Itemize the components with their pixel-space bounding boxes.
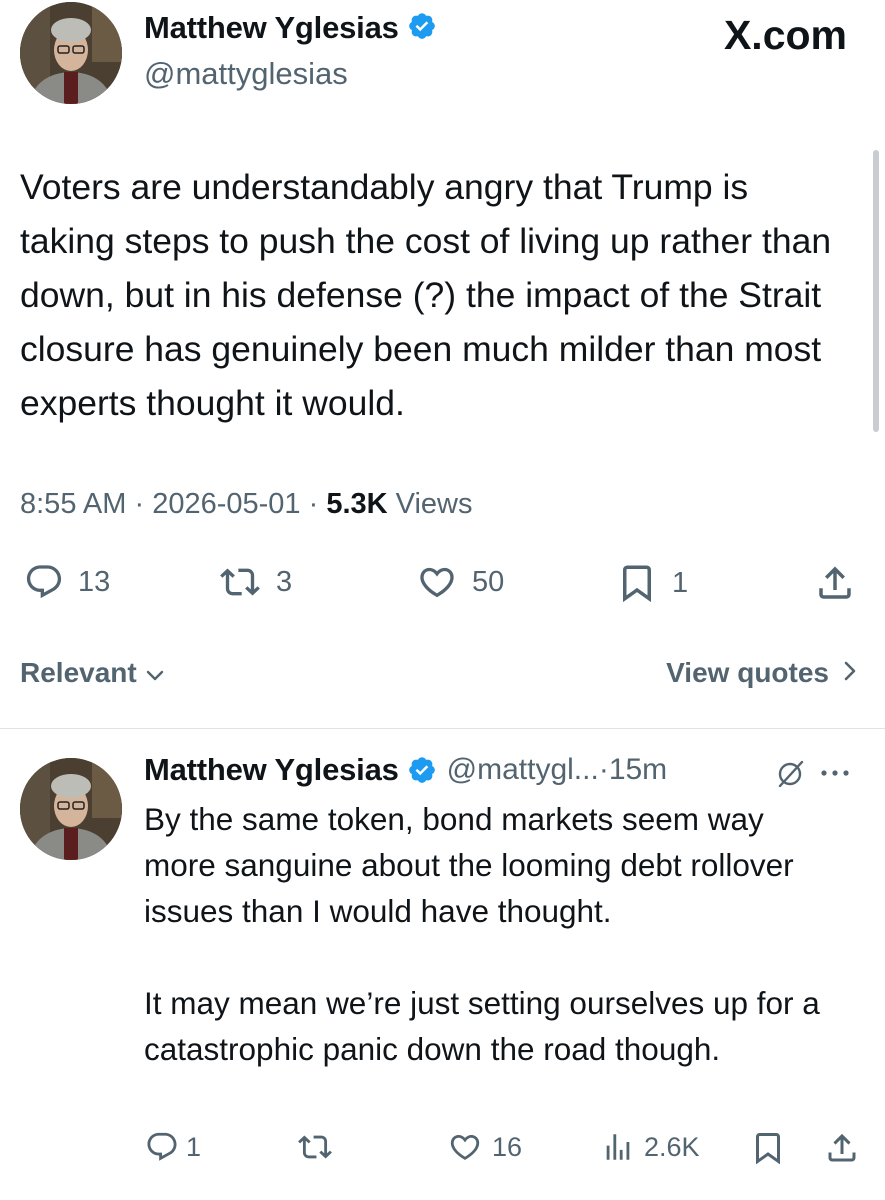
reply-icon — [22, 562, 66, 602]
reply-author-avatar[interactable] — [20, 758, 122, 860]
tweet-text: Voters are understandably angry that Tru… — [20, 167, 832, 423]
meta-separator: · — [598, 753, 609, 786]
reply-bookmark-button[interactable] — [750, 1130, 786, 1166]
tweet-meta: 8:55 AM · 2026-05-01 · 5.3K Views — [20, 488, 472, 521]
meta-separator: · — [308, 488, 327, 520]
author-handle[interactable]: @mattyglesias — [144, 56, 348, 92]
author-name[interactable]: Matthew Yglesias — [144, 10, 399, 46]
x-com-watermark: X.com — [723, 12, 847, 58]
sort-label: Relevant — [20, 657, 137, 688]
share-icon — [824, 1130, 860, 1166]
repost-count: 3 — [276, 565, 293, 598]
reply-text-paragraph-2: It may mean we’re just setting ourselves… — [144, 985, 820, 1067]
author-avatar[interactable] — [20, 2, 122, 104]
like-count: 16 — [492, 1131, 523, 1162]
tweet-date[interactable]: 2026-05-01 — [152, 488, 300, 520]
reply-like-button[interactable]: 16 — [446, 1130, 522, 1164]
reply-views-button[interactable]: 2.6K — [600, 1130, 700, 1164]
repost-icon — [296, 1130, 334, 1164]
views-count: 2.6K — [644, 1131, 700, 1162]
reply-reply-button[interactable]: 1 — [144, 1130, 201, 1164]
reply-count: 1 — [186, 1131, 202, 1162]
view-quotes-link[interactable]: View quotes — [666, 657, 857, 689]
bookmark-count: 1 — [672, 566, 689, 599]
bookmark-icon — [614, 562, 660, 604]
reply-button[interactable]: 13 — [22, 562, 110, 602]
more-options-icon[interactable] — [820, 766, 850, 784]
verified-badge-icon — [407, 11, 437, 46]
like-button[interactable]: 50 — [414, 562, 504, 602]
meta-separator: · — [134, 488, 153, 520]
bookmark-button[interactable]: 1 — [614, 562, 688, 604]
reply-repost-button[interactable] — [296, 1130, 346, 1164]
share-button[interactable] — [812, 562, 858, 604]
reply-share-button[interactable] — [824, 1130, 860, 1166]
share-icon — [812, 562, 858, 604]
sort-dropdown[interactable]: Relevant — [20, 657, 165, 689]
reply-author-name[interactable]: Matthew Yglesias — [144, 752, 399, 788]
bookmark-icon — [750, 1130, 786, 1166]
view-quotes-label: View quotes — [666, 657, 829, 688]
reply-count: 13 — [78, 565, 111, 598]
divider — [0, 728, 885, 729]
scrollbar[interactable] — [873, 150, 879, 432]
repost-button[interactable]: 3 — [216, 562, 292, 602]
views-label: Views — [395, 488, 473, 520]
reply-time[interactable]: 15m — [609, 753, 667, 787]
reply-icon — [144, 1130, 180, 1164]
chevron-down-icon — [145, 657, 165, 689]
heart-icon — [414, 562, 460, 602]
grok-icon[interactable] — [774, 758, 806, 795]
tweet-time[interactable]: 8:55 AM — [20, 488, 126, 520]
verified-badge-icon — [407, 755, 437, 785]
repost-icon — [216, 562, 264, 602]
reply-header: Matthew Yglesias @mattygl... · 15m — [144, 752, 667, 788]
like-count: 50 — [472, 565, 505, 598]
views-chart-icon — [600, 1130, 636, 1164]
heart-icon — [446, 1130, 484, 1164]
reply-text-paragraph-1: By the same token, bond markets seem way… — [144, 801, 794, 929]
reply-handle[interactable]: @mattygl... — [447, 753, 599, 787]
views-count: 5.3K — [326, 488, 388, 520]
chevron-right-icon — [843, 657, 857, 689]
